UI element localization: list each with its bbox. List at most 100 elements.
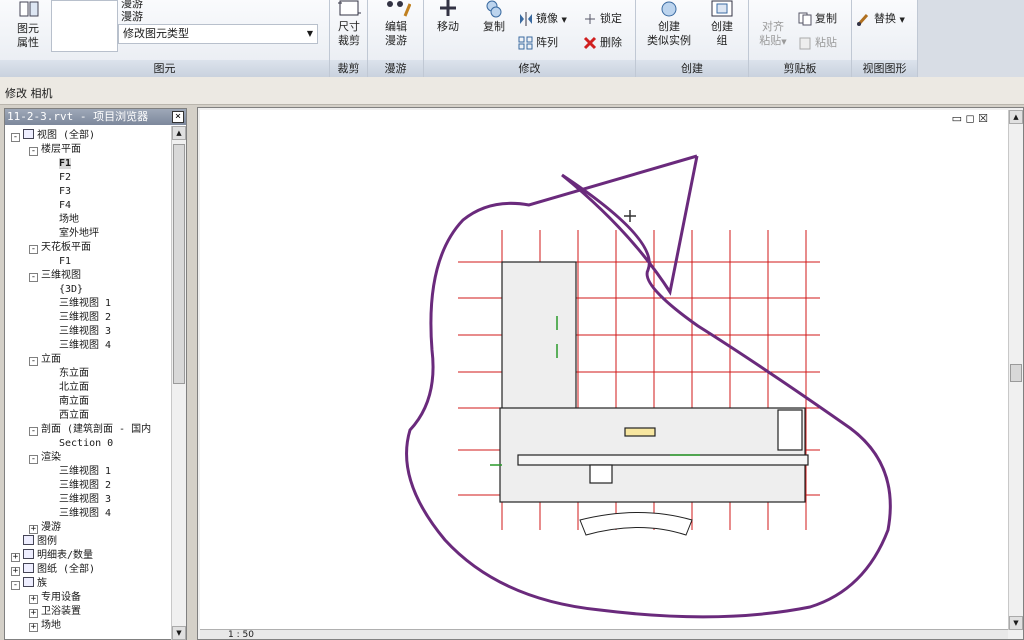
- tree-node[interactable]: + 专用设备: [29, 591, 81, 605]
- collapse-icon[interactable]: -: [29, 147, 38, 156]
- tree-node[interactable]: 西立面: [47, 409, 89, 423]
- tree-node[interactable]: - 楼层平面: [29, 143, 81, 157]
- tree-node[interactable]: - 天花板平面: [29, 241, 91, 255]
- panel-title-modify: 修改: [424, 60, 635, 77]
- move-button[interactable]: 移动: [430, 0, 466, 34]
- tree-node[interactable]: {3D}: [47, 283, 83, 297]
- clipboard-copy-icon: [798, 12, 812, 26]
- view-scale[interactable]: 1 : 50: [228, 630, 254, 640]
- collapse-icon[interactable]: -: [11, 581, 20, 590]
- drawing-canvas[interactable]: ▭ ◻ ☒: [200, 110, 1008, 630]
- tree-node[interactable]: 场地: [47, 213, 79, 227]
- folder-view-icon: [23, 563, 34, 573]
- project-browser: 11-2-3.rvt - 项目浏览器 × - 视图 (全部) - 楼层平面 F1 F2 F3…: [4, 108, 187, 640]
- copy-button[interactable]: 复制: [476, 0, 512, 34]
- tree-node[interactable]: 东立面: [47, 367, 89, 381]
- array-icon: [518, 36, 533, 50]
- window-controls[interactable]: ▭ ◻ ☒: [952, 112, 988, 125]
- tree-node[interactable]: - 渲染: [29, 451, 61, 465]
- tree-node-label: 楼层平面: [41, 144, 81, 155]
- tree-node[interactable]: - 剖面 (建筑剖面 - 国内: [29, 423, 151, 437]
- align-paste-chevron-icon: ▼: [781, 38, 787, 46]
- tree-node[interactable]: 三维视图 1: [47, 465, 111, 479]
- walk-labels: 漫游 漫游: [121, 0, 143, 23]
- project-browser-title-bar: 11-2-3.rvt - 项目浏览器 ×: [5, 109, 186, 125]
- create-group-label: 创建 组: [711, 20, 733, 47]
- delete-x-icon: [583, 36, 597, 50]
- tree-node[interactable]: 三维视图 3: [47, 493, 111, 507]
- tree-node[interactable]: F3: [47, 185, 71, 199]
- collapse-icon[interactable]: -: [29, 245, 38, 254]
- tree-node[interactable]: - 视图 (全部): [11, 129, 95, 143]
- lock-button[interactable]: 锁定: [582, 10, 622, 28]
- edit-walkthrough-button[interactable]: 编辑 漫游: [376, 0, 416, 48]
- tree-node[interactable]: - 三维视图: [29, 269, 81, 283]
- panel-title-view-graphics: 视图图形: [852, 60, 917, 77]
- type-selector-dropdown[interactable]: 修改图元类型 ▼: [118, 24, 318, 44]
- collapse-icon[interactable]: -: [29, 455, 38, 464]
- tree-node[interactable]: F1: [47, 157, 72, 171]
- scroll-up-icon[interactable]: ▲: [172, 126, 186, 140]
- scroll-down-icon[interactable]: ▼: [172, 626, 186, 640]
- canvas-vertical-scrollbar[interactable]: ▲ ▼: [1008, 110, 1023, 630]
- create-similar-button[interactable]: 创建 类似实例: [640, 0, 698, 48]
- tree-node[interactable]: + 漫游: [29, 521, 61, 535]
- floor-plan-drawing: [405, 154, 892, 619]
- tree-node[interactable]: F1: [47, 255, 71, 269]
- tree-node[interactable]: 三维视图 2: [47, 311, 111, 325]
- tree-node[interactable]: 三维视图 3: [47, 325, 111, 339]
- tree-node[interactable]: + 图纸 (全部): [11, 563, 95, 577]
- walk-label-1: 漫游: [121, 0, 143, 10]
- clipboard-copy-button[interactable]: 复制: [797, 10, 837, 28]
- browser-scrollbar[interactable]: ▲ ▼: [171, 126, 186, 640]
- collapse-icon[interactable]: -: [11, 133, 20, 142]
- expand-icon[interactable]: +: [29, 595, 38, 604]
- collapse-icon[interactable]: -: [29, 273, 38, 282]
- array-button[interactable]: 阵列: [518, 34, 558, 52]
- tree-node[interactable]: 三维视图 2: [47, 479, 111, 493]
- close-icon[interactable]: ×: [172, 111, 184, 123]
- copy-label: 复制: [483, 20, 505, 33]
- tree-node[interactable]: Section 0: [47, 437, 113, 451]
- tree-node[interactable]: 南立面: [47, 395, 89, 409]
- collapse-icon[interactable]: -: [29, 357, 38, 366]
- expand-icon[interactable]: +: [29, 525, 38, 534]
- tree-node-label: Section 0: [59, 438, 114, 449]
- collapse-icon[interactable]: -: [29, 427, 38, 436]
- view-control-bar[interactable]: 1 : 50: [200, 629, 1008, 640]
- tree-node[interactable]: 北立面: [47, 381, 89, 395]
- tree-node[interactable]: F4: [47, 199, 71, 213]
- tree-node[interactable]: 三维视图 1: [47, 297, 111, 311]
- canvas-scroll-thumb[interactable]: [1010, 364, 1022, 382]
- expand-icon[interactable]: +: [11, 567, 20, 576]
- tree-node-label: 三维视图 2: [59, 312, 112, 323]
- tree-node[interactable]: F2: [47, 171, 71, 185]
- tree-node[interactable]: + 卫浴装置: [29, 605, 81, 619]
- tree-node[interactable]: 三维视图 4: [47, 507, 111, 521]
- tree-node[interactable]: 三维视图 4: [47, 339, 111, 353]
- crop-size-button[interactable]: 尺寸 裁剪: [332, 0, 366, 48]
- delete-button[interactable]: 删除: [582, 34, 622, 52]
- expand-icon[interactable]: +: [29, 609, 38, 618]
- mirror-button[interactable]: 镜像 ▼: [518, 10, 567, 28]
- expand-icon[interactable]: +: [29, 623, 38, 632]
- tree-node[interactable]: 图例: [11, 535, 57, 549]
- paste-button[interactable]: 粘贴: [797, 34, 837, 52]
- align-paste-button[interactable]: 对齐 粘贴▼: [755, 20, 791, 49]
- tree-node[interactable]: -族: [11, 577, 47, 591]
- canvas-scroll-down-icon[interactable]: ▼: [1009, 616, 1023, 630]
- replace-button[interactable]: 替换 ▼: [856, 10, 905, 28]
- type-preview-box[interactable]: [51, 0, 118, 52]
- expand-icon[interactable]: +: [11, 553, 20, 562]
- tree-node[interactable]: + 明细表/数量: [11, 549, 93, 563]
- camera-path-annotation: [405, 154, 892, 619]
- properties-icon: [19, 1, 39, 17]
- scroll-thumb[interactable]: [173, 144, 185, 384]
- tree-node[interactable]: 室外地坪: [47, 227, 99, 241]
- tree-node[interactable]: + 场地: [29, 619, 61, 633]
- tree-node[interactable]: - 立面: [29, 353, 61, 367]
- properties-button[interactable]: 图元 属性: [8, 0, 48, 50]
- options-bar: 修改 相机: [0, 77, 1024, 105]
- canvas-scroll-up-icon[interactable]: ▲: [1009, 110, 1023, 124]
- create-group-button[interactable]: 创建 组: [702, 0, 742, 48]
